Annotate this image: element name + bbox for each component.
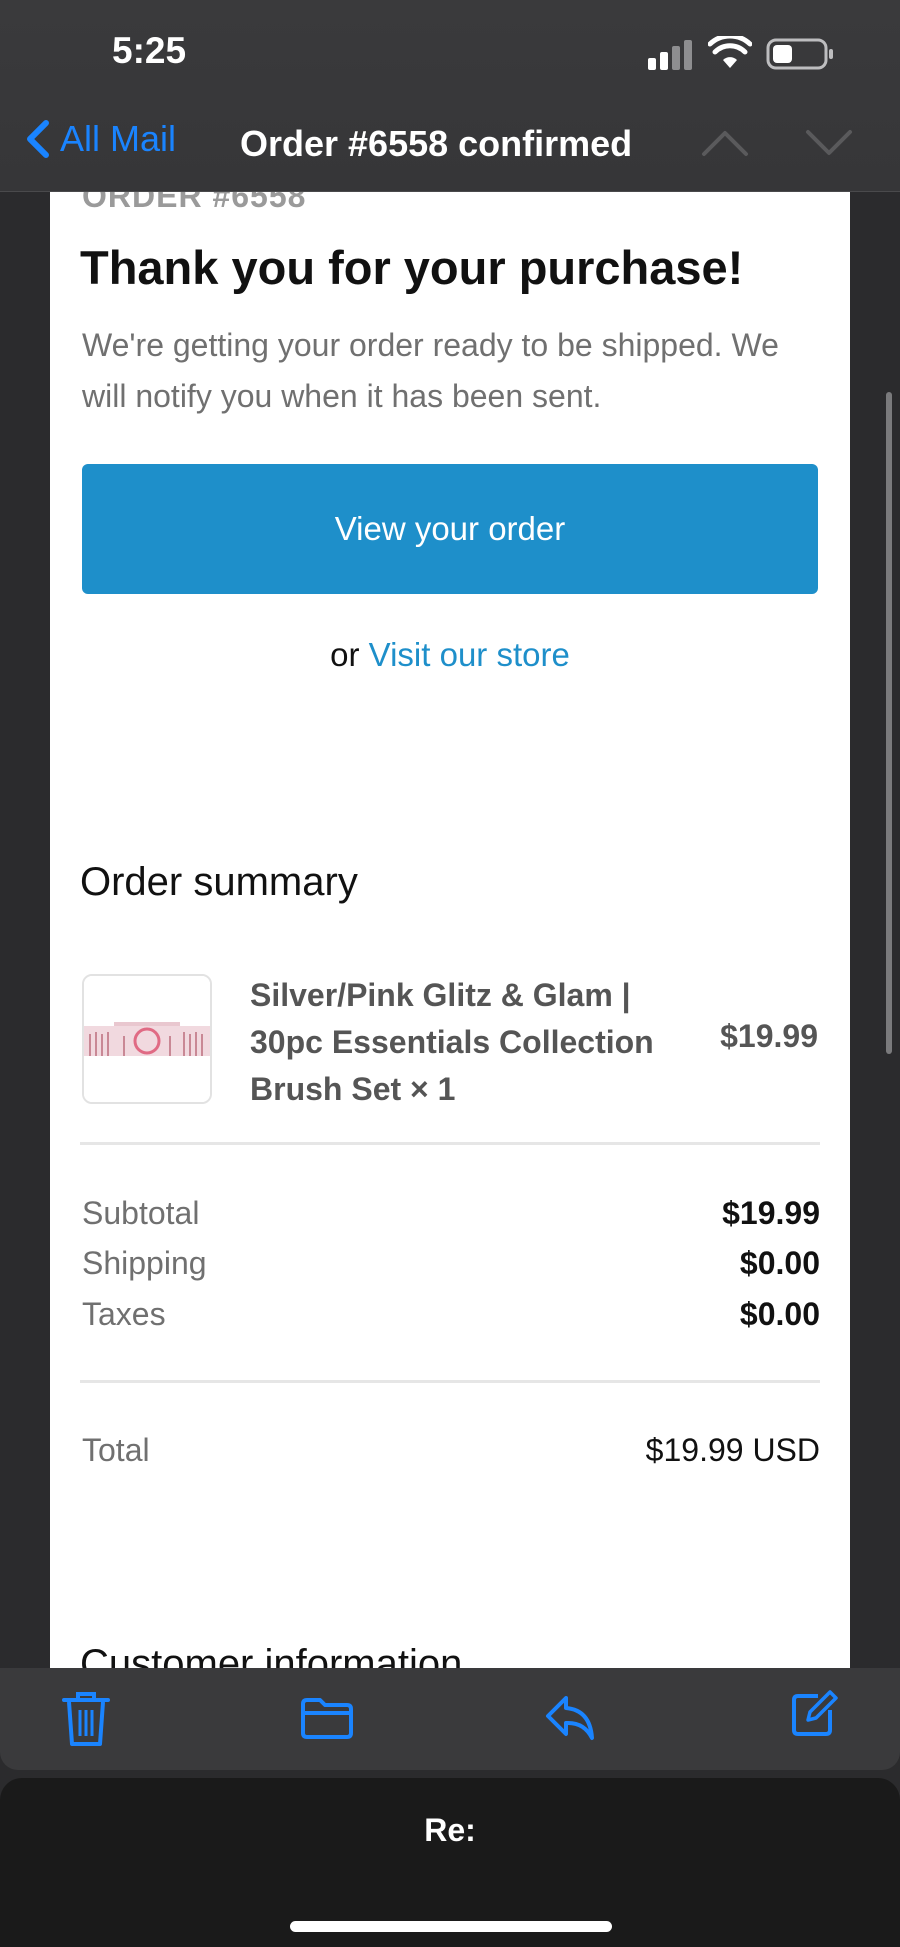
total-label: Total — [82, 1432, 150, 1468]
order-summary-title: Order summary — [80, 860, 358, 904]
brush-set-image — [84, 976, 210, 1102]
divider — [80, 1142, 820, 1145]
shipping-label: Shipping — [82, 1245, 207, 1281]
product-name: Silver/Pink Glitz & Glam | 30pc Essentia… — [250, 977, 654, 1107]
chevron-up-icon[interactable] — [700, 128, 750, 158]
total-value: $19.99 USD — [645, 1432, 820, 1468]
cellular-signal-icon — [648, 40, 692, 70]
reply-draft-title: Re: — [424, 1812, 476, 1848]
email-subtext: We're getting your order ready to be shi… — [82, 327, 779, 414]
battery-icon — [766, 38, 833, 70]
or-text: or — [330, 636, 369, 673]
mail-toolbar — [0, 1668, 900, 1770]
trash-icon[interactable] — [60, 1690, 112, 1748]
scrollbar[interactable] — [886, 392, 892, 1054]
reply-draft-bar[interactable]: Re: — [0, 1778, 900, 1947]
view-order-button[interactable]: View your order — [82, 464, 818, 594]
folder-icon[interactable] — [300, 1696, 354, 1740]
customer-information-title: Customer information — [80, 1642, 463, 1668]
email-body: ORDER #6558 Thank you for your purchase!… — [50, 192, 850, 1668]
taxes-value: $0.00 — [739, 1296, 820, 1332]
back-label: All Mail — [60, 118, 177, 159]
order-number-label: ORDER #6558 — [82, 192, 307, 214]
divider — [80, 1380, 820, 1383]
product-thumbnail[interactable] — [82, 974, 212, 1104]
nav-title: Order #6558 confirmed — [240, 123, 633, 164]
taxes-label: Taxes — [82, 1296, 166, 1332]
compose-icon[interactable] — [790, 1688, 838, 1738]
store-link-line: or Visit our store — [50, 636, 850, 674]
chevron-down-icon[interactable] — [804, 128, 854, 158]
mail-screen: 5:25 All Mail Order #6558 confirmed ORDE… — [0, 0, 900, 1947]
back-button[interactable]: All Mail — [24, 118, 176, 160]
subtotal-value: $19.99 — [722, 1195, 820, 1231]
visit-store-link[interactable]: Visit our store — [369, 636, 570, 673]
reply-icon[interactable] — [544, 1694, 596, 1742]
shipping-value: $0.00 — [739, 1245, 820, 1281]
top-bar: 5:25 All Mail Order #6558 confirmed — [0, 0, 900, 192]
product-price: $19.99 — [720, 1018, 818, 1054]
status-time: 5:25 — [112, 30, 187, 71]
subtotal-label: Subtotal — [82, 1195, 200, 1231]
chevron-left-icon — [27, 120, 49, 158]
wifi-icon — [708, 36, 752, 68]
email-headline: Thank you for your purchase! — [80, 241, 744, 294]
home-indicator — [290, 1921, 612, 1932]
